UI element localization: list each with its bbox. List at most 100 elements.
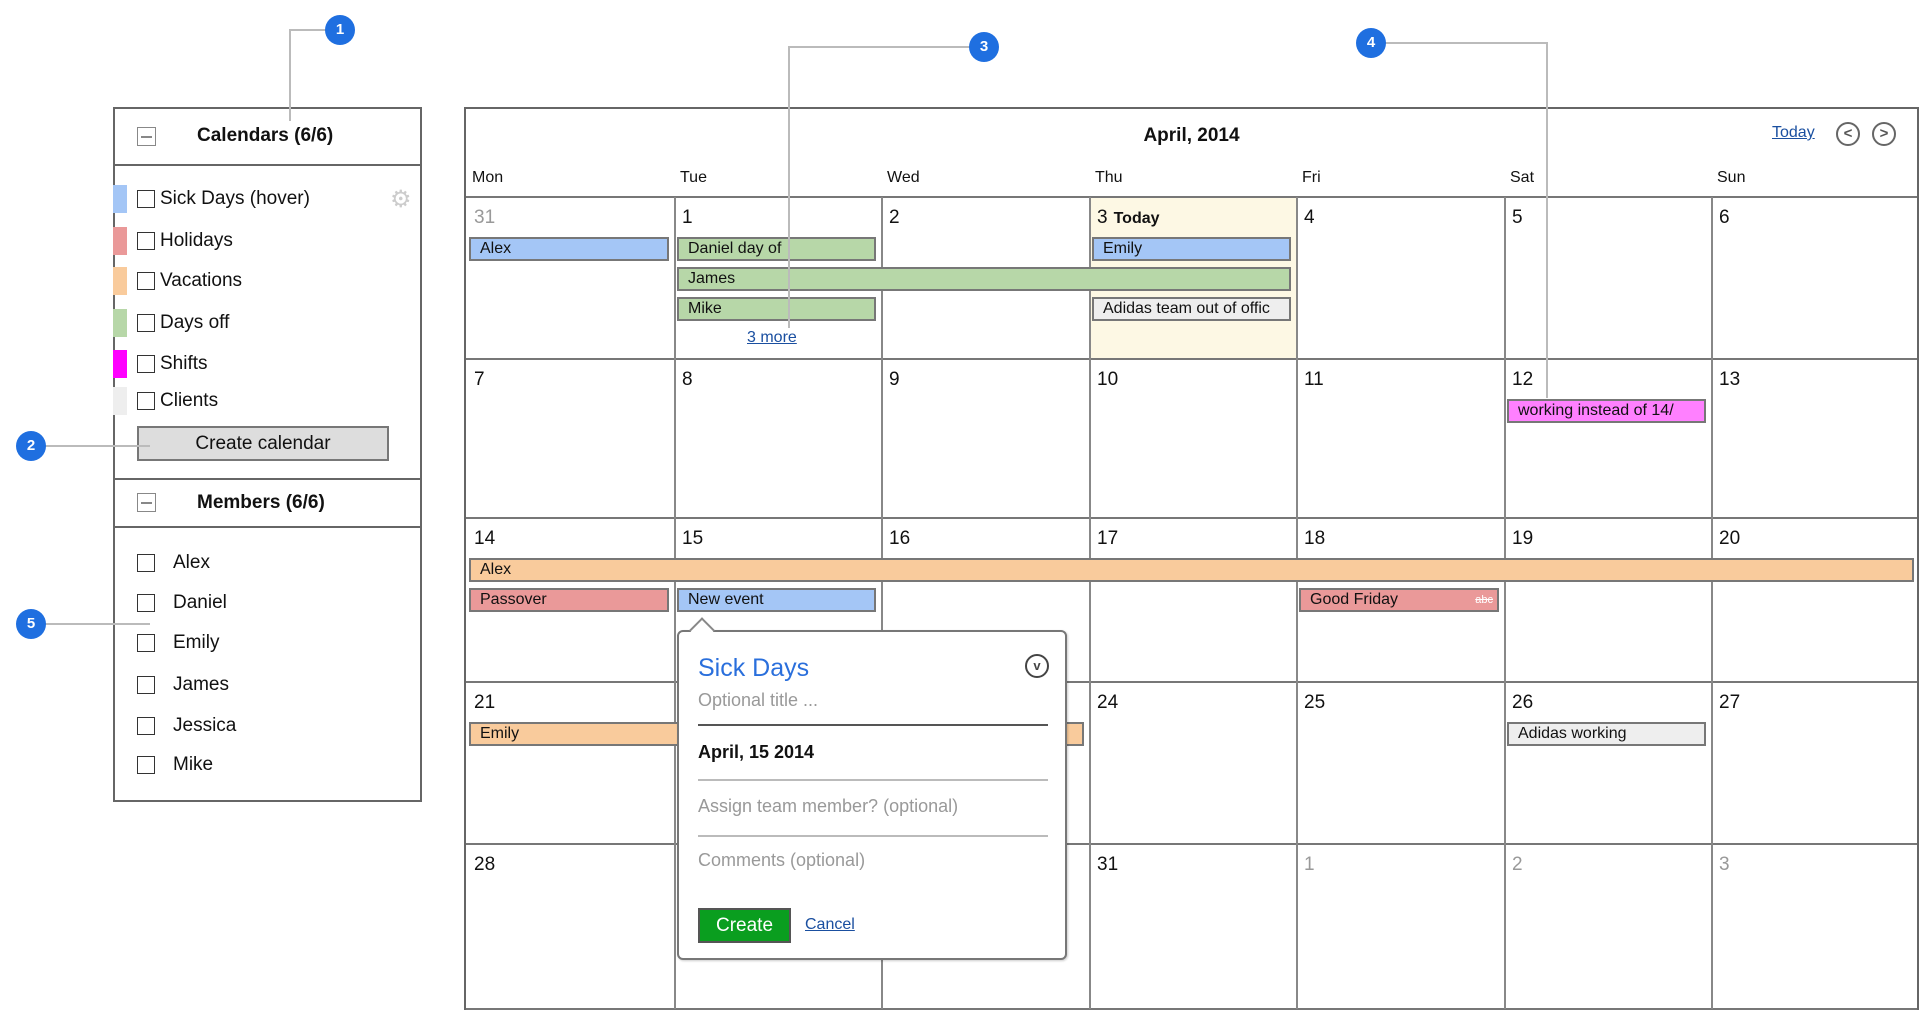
create-button[interactable]: Create [698,908,791,943]
calendar-checkbox[interactable] [137,314,155,332]
calendar-checkbox[interactable] [137,392,155,410]
day-cell[interactable]: 10 [1089,359,1296,518]
day-cell[interactable]: 24 [1089,682,1296,844]
member-checkbox[interactable] [137,634,155,652]
event-bar[interactable]: Alex [469,237,669,261]
assign-member-input[interactable]: Assign team member? (optional) [698,796,958,817]
day-cell[interactable]: 31 [466,197,674,359]
callout-line [40,445,150,447]
calendar-checkbox[interactable] [137,232,155,250]
day-cell[interactable]: 5 [1504,197,1711,359]
calendar-item[interactable]: Shifts [113,350,420,386]
day-cell[interactable]: 1 [1296,844,1504,1009]
weekday-header: Thu [1095,169,1123,186]
member-checkbox[interactable] [137,554,155,572]
callout-line [40,623,150,625]
day-cell[interactable]: 19 [1504,518,1711,682]
day-cell[interactable]: 3 [1711,844,1919,1009]
calendar-item[interactable]: Days off [113,309,420,345]
calendar-color-swatch [113,350,127,378]
calendar-checkbox[interactable] [137,355,155,373]
callout-line [1380,42,1548,44]
day-cell[interactable]: 8 [674,359,881,518]
divider [698,835,1048,837]
member-checkbox[interactable] [137,676,155,694]
calendar-checkbox[interactable] [137,272,155,290]
title-input[interactable]: Optional title ... [698,690,818,711]
calendar-label: Clients [160,390,219,411]
calendar-label: Sick Days (hover) [160,188,310,209]
comments-input[interactable]: Comments (optional) [698,850,865,871]
cancel-link[interactable]: Cancel [805,916,855,934]
event-bar[interactable]: Adidas team out of offic [1092,297,1291,321]
day-cell[interactable]: 13 [1711,359,1919,518]
event-bar[interactable]: Passover [469,588,669,612]
calendar-label: Vacations [160,270,243,291]
calendar-item[interactable]: Holidays [113,227,420,263]
popup-calendar-name[interactable]: Sick Days [698,654,809,683]
day-cell[interactable]: 11 [1296,359,1504,518]
event-title: Good Friday [1310,591,1399,608]
day-number: 4 [1304,207,1315,228]
day-cell[interactable]: 9 [881,359,1089,518]
grid-line [466,358,1917,360]
day-number: 6 [1719,207,1730,228]
member-label: Emily [173,632,220,653]
day-cell[interactable]: 6 [1711,197,1919,359]
member-checkbox[interactable] [137,594,155,612]
day-cell[interactable]: 27 [1711,682,1919,844]
grid-line [466,196,1917,198]
event-bar[interactable]: Good Friday abc [1299,588,1499,612]
event-bar[interactable]: James [677,267,1291,291]
day-cell[interactable]: 4 [1296,197,1504,359]
collapse-calendars-icon[interactable] [137,127,156,146]
event-title: Mike [688,300,722,317]
calendar-item[interactable]: Vacations [113,267,420,303]
gear-icon[interactable]: ⚙ [390,185,412,214]
calendars-title: Calendars (6/6) [197,125,334,146]
today-link[interactable]: Today [1772,124,1815,142]
day-cell[interactable]: 12 [1504,359,1711,518]
member-checkbox[interactable] [137,717,155,735]
day-cell[interactable]: 7 [466,359,674,518]
event-bar[interactable]: New event [677,588,876,612]
weekday-header: Sat [1510,169,1535,186]
day-number: 13 [1719,369,1741,390]
event-bar[interactable]: Mike [677,297,876,321]
more-events-link[interactable]: 3 more [747,329,797,347]
day-cell[interactable]: 20 [1711,518,1919,682]
event-bar[interactable]: Adidas working [1507,722,1706,746]
event-title: New event [688,591,764,608]
day-cell[interactable]: 21 [466,682,674,844]
event-bar[interactable]: Alex [469,558,1914,582]
divider [698,724,1048,726]
event-bar[interactable]: Emily [1092,237,1291,261]
callout-2: 2 [16,431,46,461]
calendar-color-swatch [113,387,127,415]
chevron-down-circle-icon[interactable]: v [1025,654,1049,678]
create-calendar-button[interactable]: Create calendar [137,426,389,461]
event-title: Adidas working [1518,725,1627,742]
day-cell[interactable]: 26 [1504,682,1711,844]
day-number: 14 [474,528,496,549]
day-cell[interactable]: 17 [1089,518,1296,682]
collapse-members-icon[interactable] [137,493,156,512]
day-number: 1 [1304,854,1315,875]
weekday-header: Tue [680,169,707,186]
calendar-checkbox[interactable] [137,190,155,208]
day-cell[interactable]: 28 [466,844,674,1009]
event-title: Daniel day of [688,240,782,257]
event-bar[interactable]: Daniel day of [677,237,876,261]
chevron-right-circle-icon[interactable]: > [1872,122,1896,146]
calendar-item[interactable]: Clients [113,387,420,423]
chevron-left-circle-icon[interactable]: < [1836,122,1860,146]
today-label: Today [1113,210,1160,227]
member-checkbox[interactable] [137,756,155,774]
day-cell[interactable]: 25 [1296,682,1504,844]
day-cell[interactable]: 2 [1504,844,1711,1009]
day-cell[interactable]: 31 [1089,844,1296,1009]
event-bar[interactable]: working instead of 14/ [1507,399,1706,423]
day-number: 2 [889,207,900,228]
calendar-item[interactable]: Sick Days (hover) ⚙ [113,185,420,221]
callout-5: 5 [16,609,46,639]
